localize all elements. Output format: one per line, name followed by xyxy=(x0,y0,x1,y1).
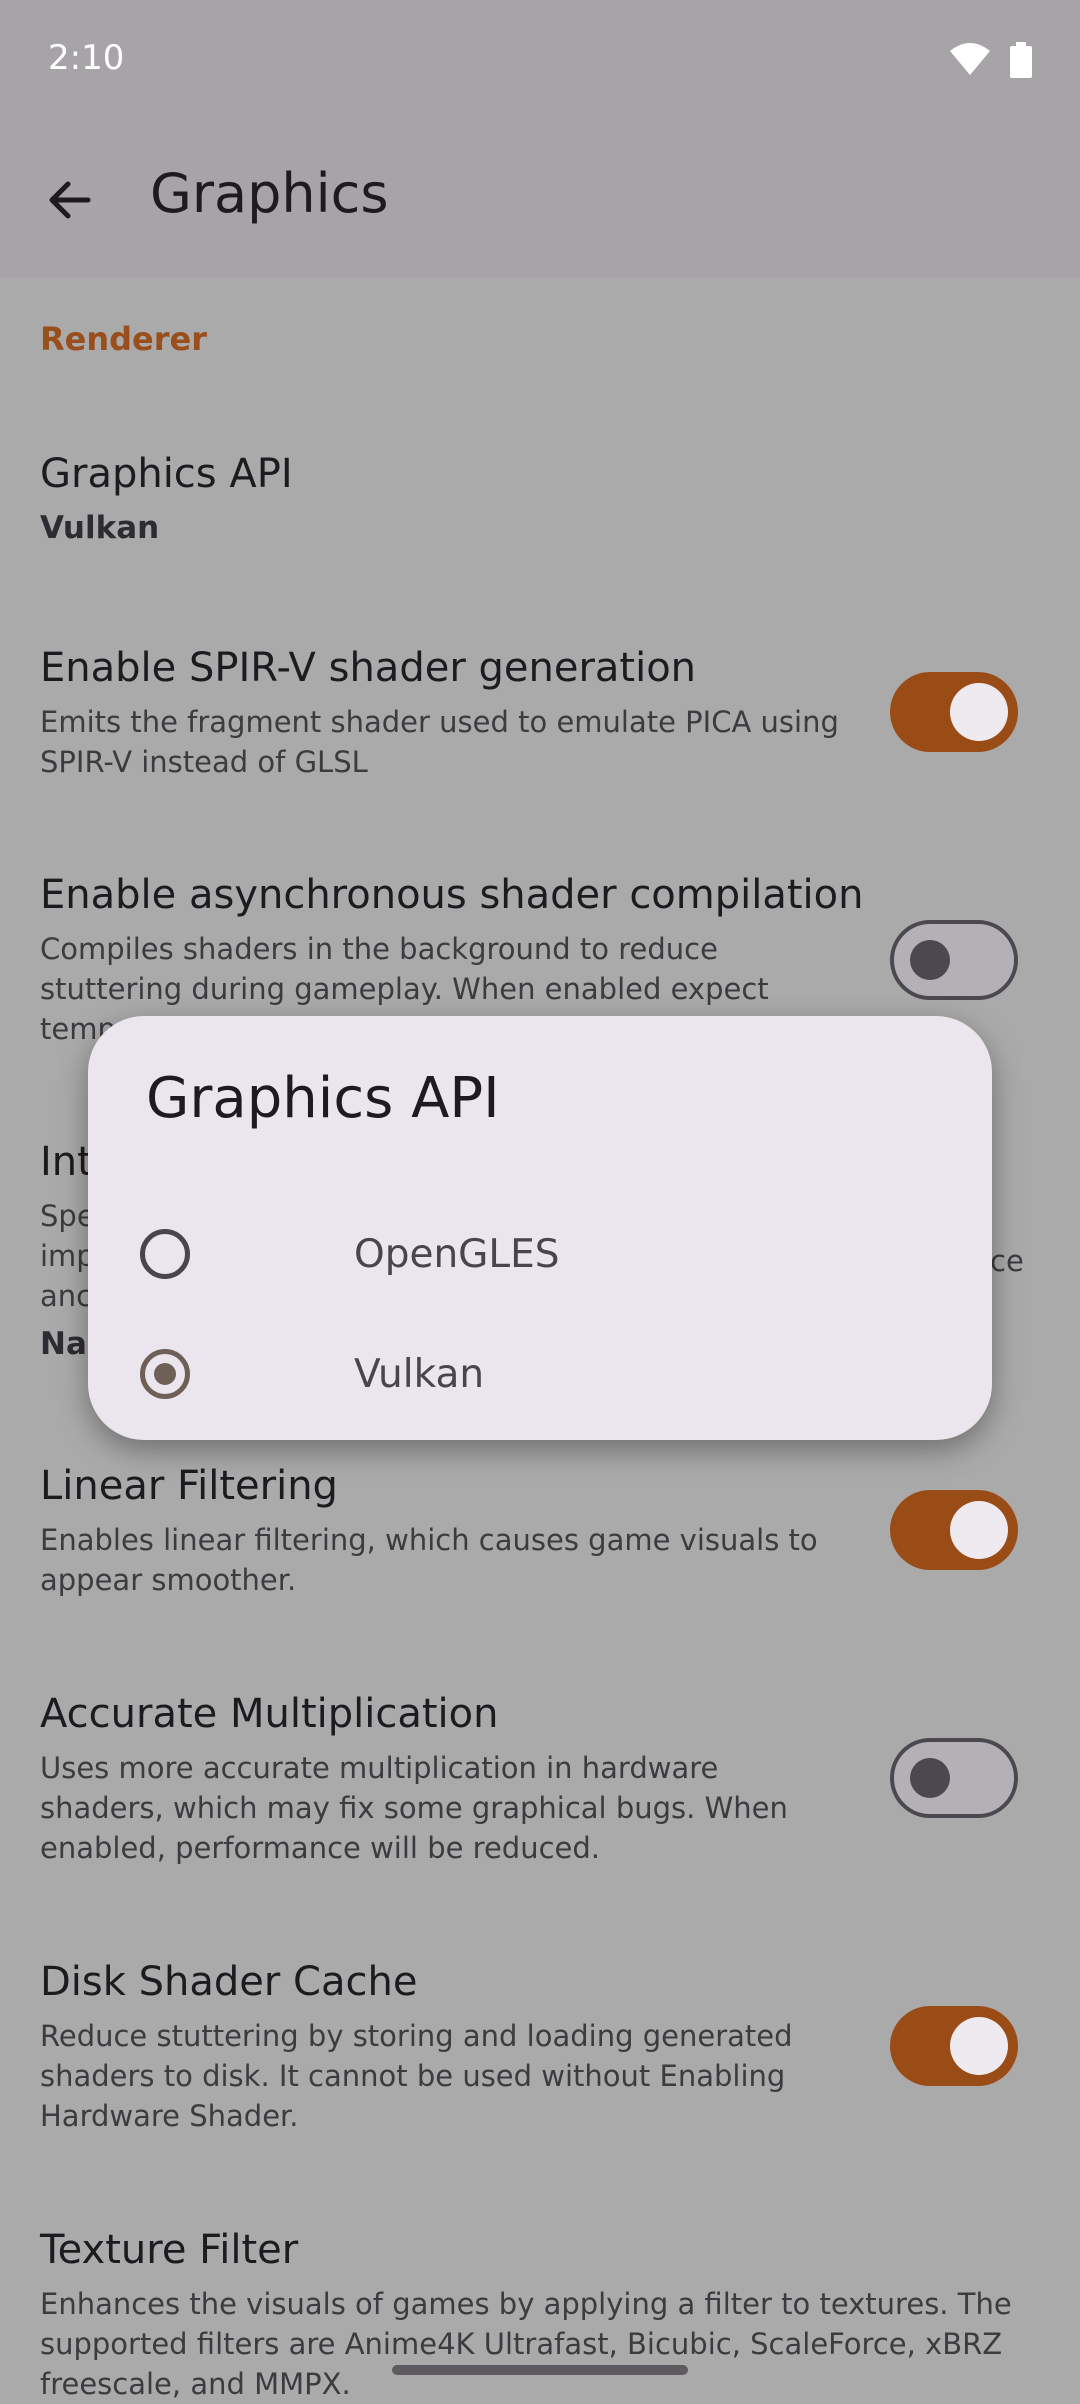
home-indicator[interactable] xyxy=(392,2365,688,2375)
desc-right-fragment: ce xyxy=(990,1244,1024,1278)
status-icons xyxy=(950,40,1032,80)
setting-description: Emits the fragment shader used to emulat… xyxy=(40,705,839,779)
arrow-back-icon[interactable] xyxy=(40,170,100,230)
linear-filtering-toggle[interactable] xyxy=(890,1490,1018,1570)
toggle-knob xyxy=(950,683,1008,741)
option-label: Vulkan xyxy=(354,1352,485,1397)
setting-value: Vulkan xyxy=(40,510,160,546)
setting-graphics-api[interactable]: Graphics API Vulkan xyxy=(40,448,1040,546)
toggle-knob xyxy=(950,2017,1008,2075)
spirv-toggle[interactable] xyxy=(890,672,1018,752)
dialog-title: Graphics API xyxy=(146,1066,500,1131)
radio-selected-icon[interactable] xyxy=(140,1349,190,1399)
setting-title: Enable SPIR-V shader generation xyxy=(40,645,697,691)
option-label: OpenGLES xyxy=(354,1232,560,1277)
disk-shader-cache-toggle[interactable] xyxy=(890,2006,1018,2086)
toggle-knob xyxy=(910,1758,950,1798)
section-header-renderer: Renderer xyxy=(40,320,207,358)
setting-description: Enhances the visuals of games by applyin… xyxy=(40,2287,1012,2401)
radio-dot xyxy=(154,1363,176,1385)
setting-title: Accurate Multiplication xyxy=(40,1691,499,1737)
accurate-multiplication-toggle[interactable] xyxy=(890,1738,1018,1818)
page-title: Graphics xyxy=(150,162,389,225)
setting-description: Uses more accurate multiplication in har… xyxy=(40,1751,788,1865)
option-vulkan[interactable]: Vulkan xyxy=(140,1322,940,1432)
graphics-api-dialog: Graphics API OpenGLES Vulkan xyxy=(88,1016,992,1440)
setting-title: Graphics API xyxy=(40,451,293,497)
app-bar: Graphics xyxy=(0,120,1080,278)
radio-unselected-icon[interactable] xyxy=(140,1229,190,1279)
setting-description: Enables linear filtering, which causes g… xyxy=(40,1523,818,1597)
setting-title: Disk Shader Cache xyxy=(40,1959,418,2005)
setting-title: Texture Filter xyxy=(40,2227,299,2273)
option-opengles[interactable]: OpenGLES xyxy=(140,1202,940,1312)
setting-description: Reduce stuttering by storing and loading… xyxy=(40,2019,793,2133)
async-shader-toggle[interactable] xyxy=(890,920,1018,1000)
wifi-icon xyxy=(950,43,990,75)
setting-title: Enable asynchronous shader compilation xyxy=(40,872,864,918)
toggle-knob xyxy=(910,940,950,980)
setting-title: Linear Filtering xyxy=(40,1463,338,1509)
status-bar: 2:10 xyxy=(0,0,1080,120)
toggle-knob xyxy=(950,1501,1008,1559)
battery-icon xyxy=(1010,42,1032,78)
setting-texture-filter[interactable]: Texture Filter Enhances the visuals of g… xyxy=(40,2224,1040,2404)
status-time: 2:10 xyxy=(48,38,125,78)
